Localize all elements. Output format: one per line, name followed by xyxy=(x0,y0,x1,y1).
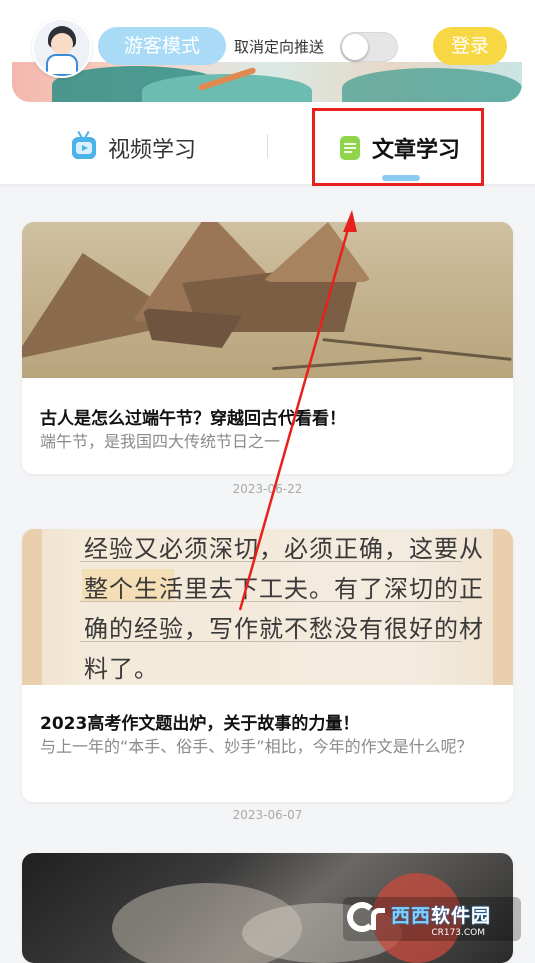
article-description: 与上一年的“本手、俗手、妙手”相比，今年的作文是什么呢？ xyxy=(40,737,473,756)
watermark-brand-a: 西西 xyxy=(391,904,432,927)
article-card[interactable]: 古人是怎么过端午节？穿越回古代看看！ 端午节，是我国四大传统节日之一 xyxy=(22,222,513,474)
tab-label: 视频学习 xyxy=(108,138,197,163)
cancel-targeted-push-label: 取消定向推送 xyxy=(234,38,325,56)
header: 游客模式 取消定向推送 登录 xyxy=(0,0,535,112)
watermark-brand-b: 软件园 xyxy=(431,904,492,927)
watermark-sub: CR173.COM xyxy=(431,927,486,938)
targeted-push-toggle[interactable] xyxy=(340,32,398,62)
article-description: 端午节，是我国四大传统节日之一 xyxy=(40,432,281,451)
toggle-knob xyxy=(342,34,368,60)
annotation-highlight-box xyxy=(312,108,484,186)
article-title: 古人是怎么过端午节？穿越回古代看看！ xyxy=(40,409,346,429)
guest-mode-button[interactable]: 游客模式 xyxy=(98,27,226,65)
article-card[interactable]: 经验又必须深切，必须正确，这要从 整个生活里去下工夫。有了深切的正 确的经验，写… xyxy=(22,529,513,802)
tab-video-learning[interactable]: 视频学习 xyxy=(72,112,196,184)
thumbnail-text-line: 确的经验，写作就不愁没有很好的材 xyxy=(84,615,484,643)
tab-divider xyxy=(267,134,268,158)
watermark-logo: 西西软件园 CR173.COM xyxy=(343,897,521,941)
article-thumbnail xyxy=(22,222,513,378)
article-date: 2023-06-07 xyxy=(232,808,303,822)
thumbnail-text-line: 整个生活里去下工夫。有了深切的正 xyxy=(84,575,484,603)
tv-icon xyxy=(72,130,96,159)
header-banner-image xyxy=(12,62,522,102)
article-title: 2023高考作文题出炉，关于故事的力量！ xyxy=(40,714,360,734)
login-button[interactable]: 登录 xyxy=(433,27,507,65)
thumbnail-text-line: 料了。 xyxy=(84,655,159,683)
article-date: 2023-06-22 xyxy=(232,482,303,496)
avatar[interactable] xyxy=(32,18,92,78)
cr-logo-icon xyxy=(347,900,389,938)
article-thumbnail: 经验又必须深切，必须正确，这要从 整个生活里去下工夫。有了深切的正 确的经验，写… xyxy=(22,529,513,685)
thumbnail-text-line: 经验又必须深切，必须正确，这要从 xyxy=(84,535,484,563)
